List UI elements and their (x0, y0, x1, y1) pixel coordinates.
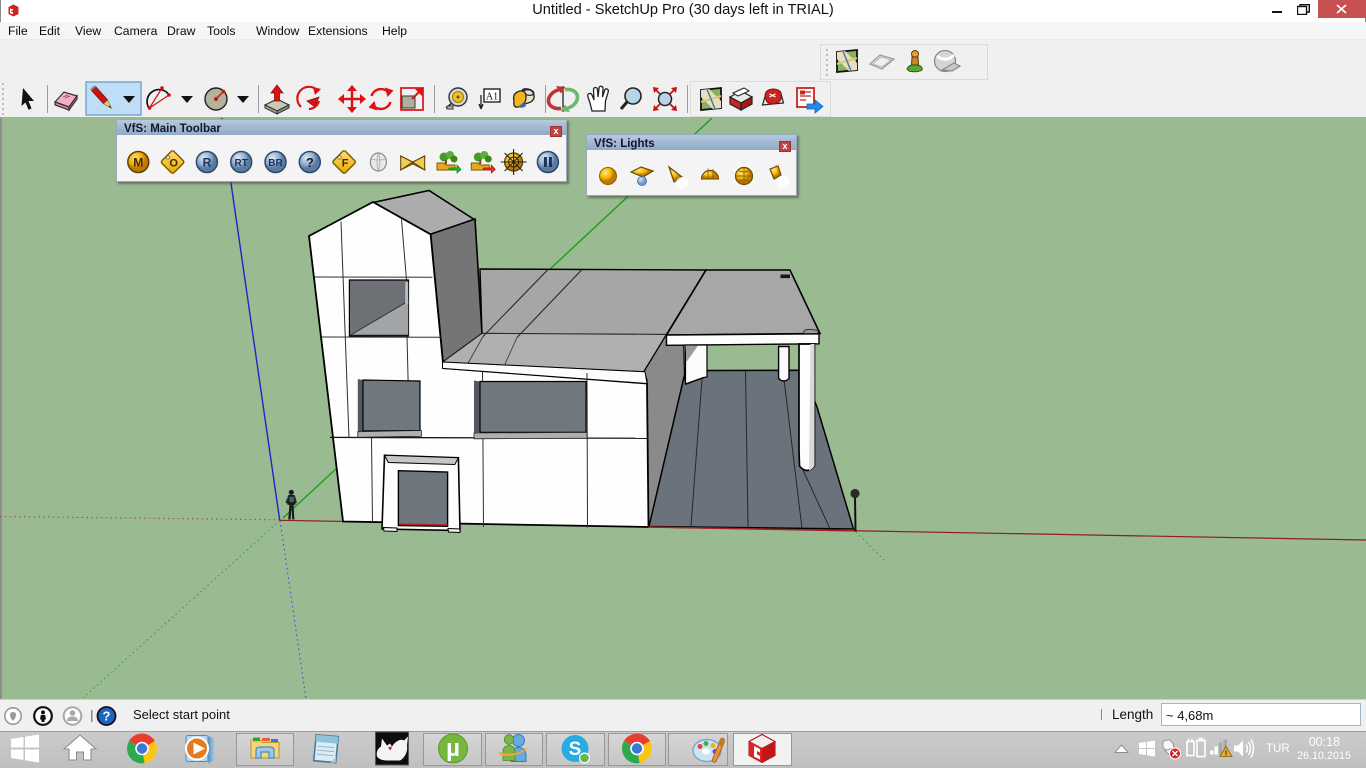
svg-text:!: ! (1225, 751, 1227, 758)
svg-text:O: O (169, 158, 178, 170)
svg-text:?: ? (103, 709, 111, 724)
svg-text:BR: BR (268, 158, 283, 169)
svg-text:A1: A1 (486, 92, 498, 103)
svg-text:M: M (133, 156, 143, 170)
svg-text:?: ? (306, 155, 314, 170)
svg-text:R: R (203, 156, 212, 170)
svg-text:µ: µ (446, 735, 460, 762)
svg-text:F: F (342, 158, 349, 170)
svg-text:RT: RT (235, 158, 248, 169)
